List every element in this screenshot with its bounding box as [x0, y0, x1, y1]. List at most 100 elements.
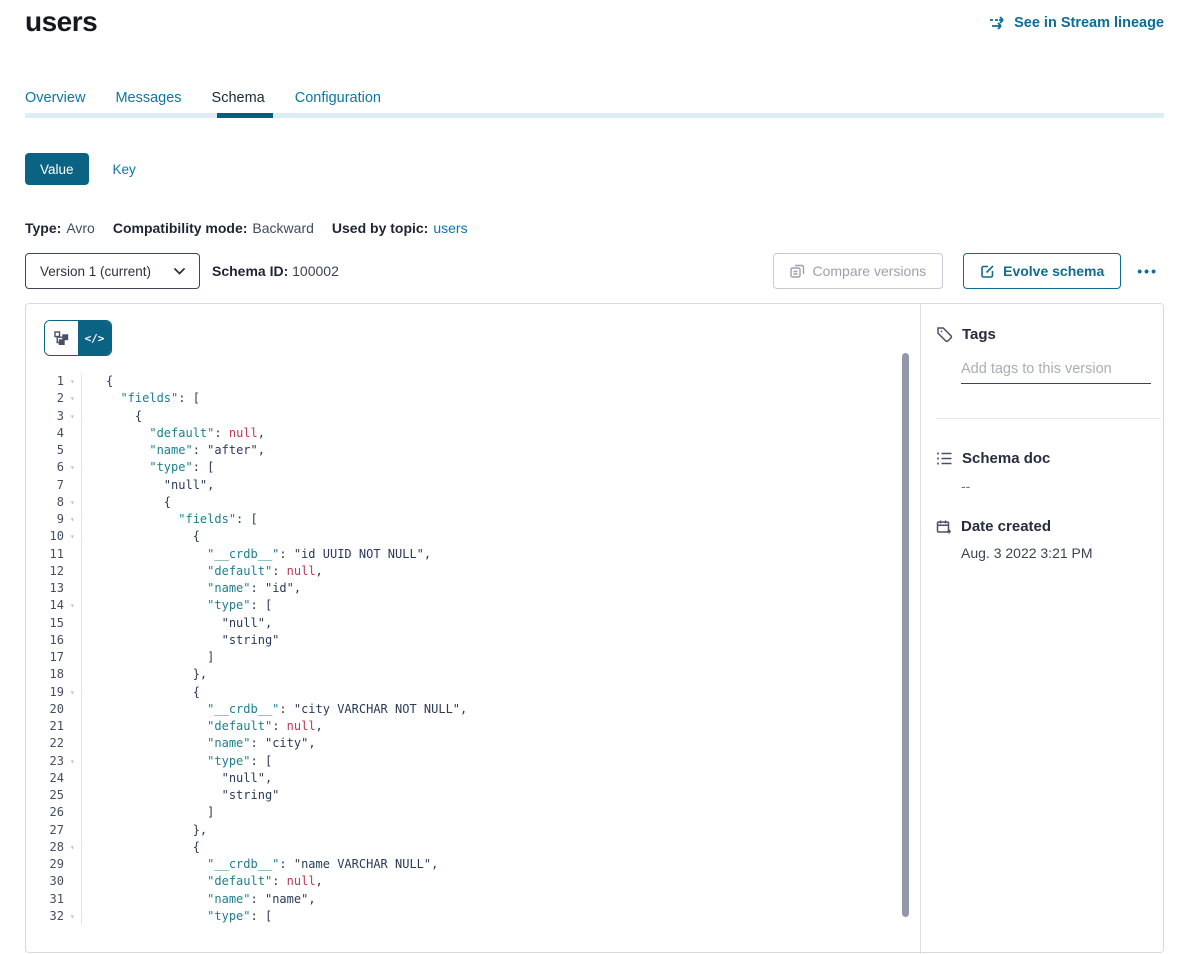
more-actions-button[interactable]: •••	[1131, 263, 1164, 279]
code-text: "default": null,	[82, 718, 323, 735]
active-tab-underline	[217, 113, 273, 118]
code-line: 5 "name": "after",	[26, 442, 906, 459]
fold-arrow-icon[interactable]: ▾	[64, 390, 82, 407]
line-number: 7	[26, 477, 64, 494]
line-number: 13	[26, 580, 64, 597]
tab-overview[interactable]: Overview	[25, 90, 85, 106]
code-line: 14▾ "type": [	[26, 597, 906, 614]
code-line: 21 "default": null,	[26, 718, 906, 735]
code-text: "null",	[82, 770, 272, 787]
line-number: 11	[26, 546, 64, 563]
code-text: "default": null,	[82, 873, 323, 890]
tab-bar: Overview Messages Schema Configuration	[25, 90, 381, 106]
fold-gutter	[64, 649, 82, 666]
code-line: 15 "null",	[26, 615, 906, 632]
code-scrollbar-thumb[interactable]	[902, 353, 909, 917]
version-select[interactable]: Version 1 (current)	[25, 253, 200, 289]
code-line: 27 },	[26, 822, 906, 839]
code-line: 32▾ "type": [	[26, 908, 906, 925]
schema-card: </> 1▾{2▾ "fields": [3▾ {4 "default": nu…	[25, 303, 1164, 953]
fold-arrow-icon[interactable]: ▾	[64, 511, 82, 528]
line-number: 31	[26, 891, 64, 908]
code-line: 24 "null",	[26, 770, 906, 787]
code-text: {	[82, 684, 200, 701]
page-title: users	[25, 6, 97, 38]
fold-gutter	[64, 477, 82, 494]
line-number: 24	[26, 770, 64, 787]
compare-versions-icon	[790, 264, 805, 278]
line-number: 26	[26, 804, 64, 821]
fold-arrow-icon[interactable]: ▾	[64, 459, 82, 476]
code-line: 18 },	[26, 666, 906, 683]
line-number: 6	[26, 459, 64, 476]
tags-input[interactable]	[961, 354, 1151, 384]
value-toggle-button[interactable]: Value	[25, 153, 89, 185]
evolve-schema-button[interactable]: Evolve schema	[963, 253, 1121, 289]
code-text: "fields": [	[82, 511, 258, 528]
date-created-section-title: Date created	[936, 518, 1051, 535]
code-view-icon: </>	[85, 332, 105, 345]
fold-arrow-icon[interactable]: ▾	[64, 494, 82, 511]
key-toggle-button[interactable]: Key	[113, 162, 136, 177]
type-label: Type:	[25, 220, 61, 236]
tab-configuration[interactable]: Configuration	[295, 90, 381, 106]
code-line: 7 "null",	[26, 477, 906, 494]
code-text: },	[82, 822, 207, 839]
code-text: "null",	[82, 477, 214, 494]
line-number: 1	[26, 373, 64, 390]
fold-arrow-icon[interactable]: ▾	[64, 597, 82, 614]
stream-lineage-link[interactable]: See in Stream lineage	[989, 15, 1164, 31]
line-number: 18	[26, 666, 64, 683]
code-text: {	[82, 408, 142, 425]
code-text: "name": "name",	[82, 891, 316, 908]
fold-gutter	[64, 563, 82, 580]
fold-arrow-icon[interactable]: ▾	[64, 373, 82, 390]
tab-schema[interactable]: Schema	[212, 90, 265, 106]
value-key-toggle: Value Key	[25, 153, 136, 185]
tags-section-title: Tags	[936, 326, 996, 343]
line-number: 9	[26, 511, 64, 528]
fold-gutter	[64, 632, 82, 649]
code-line: 10▾ {	[26, 528, 906, 545]
code-line: 6▾ "type": [	[26, 459, 906, 476]
compatibility-value: Backward	[252, 220, 313, 236]
code-line: 2▾ "fields": [	[26, 390, 906, 407]
code-view-button[interactable]: </>	[78, 321, 111, 355]
fold-arrow-icon[interactable]: ▾	[64, 839, 82, 856]
code-line: 19▾ {	[26, 684, 906, 701]
fold-gutter	[64, 856, 82, 873]
type-value: Avro	[66, 220, 95, 236]
stream-lineage-label: See in Stream lineage	[1014, 15, 1164, 31]
tab-underline-track	[25, 113, 1164, 118]
code-line: 8▾ {	[26, 494, 906, 511]
fold-arrow-icon[interactable]: ▾	[64, 908, 82, 925]
topic-link[interactable]: users	[433, 220, 467, 236]
code-text: "type": [	[82, 908, 272, 925]
code-line: 29 "__crdb__": "name VARCHAR NULL",	[26, 856, 906, 873]
fold-arrow-icon[interactable]: ▾	[64, 408, 82, 425]
line-number: 14	[26, 597, 64, 614]
fold-gutter	[64, 546, 82, 563]
fold-arrow-icon[interactable]: ▾	[64, 753, 82, 770]
fold-gutter	[64, 425, 82, 442]
line-number: 22	[26, 735, 64, 752]
code-text: "__crdb__": "city VARCHAR NOT NULL",	[82, 701, 467, 718]
code-line: 1▾{	[26, 373, 906, 390]
fold-gutter	[64, 735, 82, 752]
code-text: ]	[82, 804, 214, 821]
stream-lineage-icon	[989, 16, 1007, 30]
tree-view-button[interactable]	[45, 321, 78, 355]
line-number: 30	[26, 873, 64, 890]
fold-gutter	[64, 891, 82, 908]
fold-arrow-icon[interactable]: ▾	[64, 684, 82, 701]
code-line: 31 "name": "name",	[26, 891, 906, 908]
fold-gutter	[64, 701, 82, 718]
version-select-value: Version 1 (current)	[40, 264, 151, 279]
code-line: 22 "name": "city",	[26, 735, 906, 752]
date-created-title-label: Date created	[961, 518, 1051, 535]
code-line: 30 "default": null,	[26, 873, 906, 890]
fold-arrow-icon[interactable]: ▾	[64, 528, 82, 545]
compare-versions-button[interactable]: Compare versions	[773, 253, 944, 289]
line-number: 28	[26, 839, 64, 856]
tab-messages[interactable]: Messages	[115, 90, 181, 106]
